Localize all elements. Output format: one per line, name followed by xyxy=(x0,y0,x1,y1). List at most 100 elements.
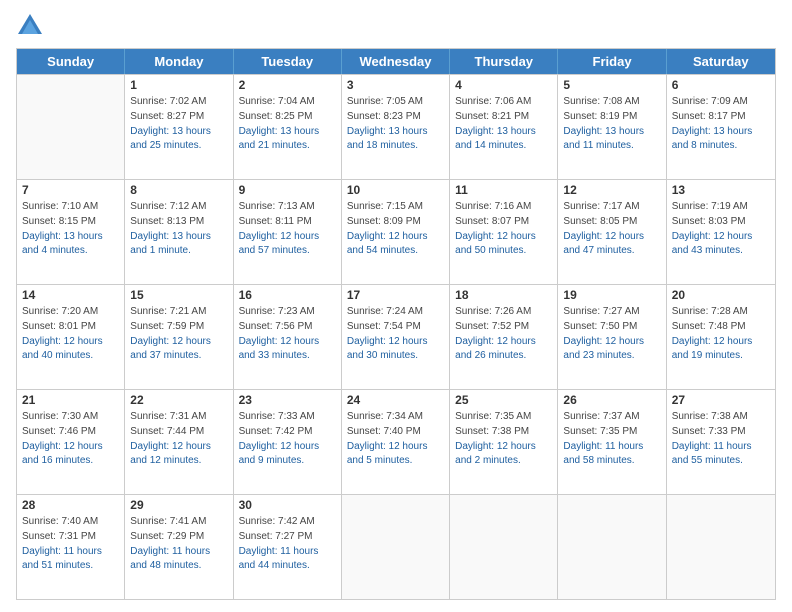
calendar-cell: 19Sunrise: 7:27 AMSunset: 7:50 PMDayligh… xyxy=(558,285,666,389)
sunrise-text: Sunrise: 7:06 AM xyxy=(455,95,552,109)
daylight-text: Daylight: 11 hours and 51 minutes. xyxy=(22,545,119,573)
calendar-cell: 5Sunrise: 7:08 AMSunset: 8:19 PMDaylight… xyxy=(558,75,666,179)
sunrise-text: Sunrise: 7:28 AM xyxy=(672,305,770,319)
daylight-text: Daylight: 12 hours and 19 minutes. xyxy=(672,335,770,363)
sunset-text: Sunset: 7:29 PM xyxy=(130,530,227,544)
calendar-cell: 11Sunrise: 7:16 AMSunset: 8:07 PMDayligh… xyxy=(450,180,558,284)
calendar-cell xyxy=(450,495,558,599)
calendar-cell: 3Sunrise: 7:05 AMSunset: 8:23 PMDaylight… xyxy=(342,75,450,179)
calendar-cell: 17 Sunrise: 7:24 AMSunset: 7:54 PMDayligh… xyxy=(342,285,450,389)
day-number: 15 xyxy=(130,288,227,302)
sunset-text: Sunset: 7:52 PM xyxy=(455,320,552,334)
weekday-header-tuesday: Tuesday xyxy=(234,49,342,74)
calendar-cell xyxy=(558,495,666,599)
day-number: 23 xyxy=(239,393,336,407)
daylight-text: Daylight: 13 hours and 25 minutes. xyxy=(130,125,227,153)
sunrise-text: Sunrise: 7:05 AM xyxy=(347,95,444,109)
daylight-text: Daylight: 12 hours and 26 minutes. xyxy=(455,335,552,363)
sunset-text: Sunset: 7:31 PM xyxy=(22,530,119,544)
sunrise-text: Sunrise: 7:31 AM xyxy=(130,410,227,424)
daylight-text: Daylight: 12 hours and 30 minutes. xyxy=(347,335,444,363)
header xyxy=(16,12,776,40)
sunrise-text: Sunrise: 7:17 AM xyxy=(563,200,660,214)
weekday-header-sunday: Sunday xyxy=(17,49,125,74)
calendar-cell: 1Sunrise: 7:02 AMSunset: 8:27 PMDaylight… xyxy=(125,75,233,179)
day-number: 2 xyxy=(239,78,336,92)
calendar-cell: 9Sunrise: 7:13 AMSunset: 8:11 PMDaylight… xyxy=(234,180,342,284)
calendar-cell: 21Sunrise: 7:30 AMSunset: 7:46 PMDayligh… xyxy=(17,390,125,494)
daylight-text: Daylight: 12 hours and 50 minutes. xyxy=(455,230,552,258)
sunrise-text: Sunrise: 7:04 AM xyxy=(239,95,336,109)
calendar-row-2: 7Sunrise: 7:10 AMSunset: 8:15 PMDaylight… xyxy=(17,179,775,284)
calendar: SundayMondayTuesdayWednesdayThursdayFrid… xyxy=(16,48,776,600)
daylight-text: Daylight: 13 hours and 18 minutes. xyxy=(347,125,444,153)
calendar-cell: 10Sunrise: 7:15 AMSunset: 8:09 PMDayligh… xyxy=(342,180,450,284)
weekday-header-monday: Monday xyxy=(125,49,233,74)
calendar-cell: 28Sunrise: 7:40 AMSunset: 7:31 PMDayligh… xyxy=(17,495,125,599)
daylight-text: Daylight: 12 hours and 5 minutes. xyxy=(347,440,444,468)
day-number: 20 xyxy=(672,288,770,302)
sunrise-text: Sunrise: 7:13 AM xyxy=(239,200,336,214)
daylight-text: Daylight: 11 hours and 58 minutes. xyxy=(563,440,660,468)
day-number: 25 xyxy=(455,393,552,407)
calendar-cell: 8Sunrise: 7:12 AMSunset: 8:13 PMDaylight… xyxy=(125,180,233,284)
sunset-text: Sunset: 7:38 PM xyxy=(455,425,552,439)
day-number: 16 xyxy=(239,288,336,302)
daylight-text: Daylight: 13 hours and 1 minute. xyxy=(130,230,227,258)
sunset-text: Sunset: 7:35 PM xyxy=(563,425,660,439)
calendar-cell: 7Sunrise: 7:10 AMSunset: 8:15 PMDaylight… xyxy=(17,180,125,284)
day-number: 9 xyxy=(239,183,336,197)
sunset-text: Sunset: 8:25 PM xyxy=(239,110,336,124)
daylight-text: Daylight: 12 hours and 2 minutes. xyxy=(455,440,552,468)
calendar-row-1: 1Sunrise: 7:02 AMSunset: 8:27 PMDaylight… xyxy=(17,74,775,179)
day-number: 26 xyxy=(563,393,660,407)
sunset-text: Sunset: 7:27 PM xyxy=(239,530,336,544)
sunset-text: Sunset: 7:33 PM xyxy=(672,425,770,439)
sunset-text: Sunset: 7:50 PM xyxy=(563,320,660,334)
sunset-text: Sunset: 8:03 PM xyxy=(672,215,770,229)
calendar-cell: 23Sunrise: 7:33 AMSunset: 7:42 PMDayligh… xyxy=(234,390,342,494)
sunrise-text: Sunrise: 7:20 AM xyxy=(22,305,119,319)
day-number: 7 xyxy=(22,183,119,197)
day-number: 12 xyxy=(563,183,660,197)
day-number: 5 xyxy=(563,78,660,92)
calendar-cell: 20Sunrise: 7:28 AMSunset: 7:48 PMDayligh… xyxy=(667,285,775,389)
calendar-cell: 15Sunrise: 7:21 AMSunset: 7:59 PMDayligh… xyxy=(125,285,233,389)
day-number: 6 xyxy=(672,78,770,92)
calendar-row-4: 21Sunrise: 7:30 AMSunset: 7:46 PMDayligh… xyxy=(17,389,775,494)
sunrise-text: Sunrise: 7:34 AM xyxy=(347,410,444,424)
calendar-cell: 6Sunrise: 7:09 AMSunset: 8:17 PMDaylight… xyxy=(667,75,775,179)
daylight-text: Daylight: 12 hours and 23 minutes. xyxy=(563,335,660,363)
daylight-text: Daylight: 11 hours and 48 minutes. xyxy=(130,545,227,573)
sunset-text: Sunset: 8:09 PM xyxy=(347,215,444,229)
day-number: 22 xyxy=(130,393,227,407)
daylight-text: Daylight: 12 hours and 40 minutes. xyxy=(22,335,119,363)
sunset-text: Sunset: 7:46 PM xyxy=(22,425,119,439)
sunrise-text: Sunrise: 7:10 AM xyxy=(22,200,119,214)
sunset-text: Sunset: 7:44 PM xyxy=(130,425,227,439)
calendar-cell xyxy=(667,495,775,599)
calendar-row-3: 14Sunrise: 7:20 AMSunset: 8:01 PMDayligh… xyxy=(17,284,775,389)
day-number: 1 xyxy=(130,78,227,92)
sunrise-text: Sunrise: 7:41 AM xyxy=(130,515,227,529)
sunset-text: Sunset: 7:54 PM xyxy=(347,320,444,334)
daylight-text: Daylight: 12 hours and 43 minutes. xyxy=(672,230,770,258)
day-number: 17 xyxy=(347,288,444,302)
day-number: 19 xyxy=(563,288,660,302)
daylight-text: Daylight: 12 hours and 47 minutes. xyxy=(563,230,660,258)
sunset-text: Sunset: 7:56 PM xyxy=(239,320,336,334)
daylight-text: Daylight: 13 hours and 11 minutes. xyxy=(563,125,660,153)
calendar-cell: 25Sunrise: 7:35 AMSunset: 7:38 PMDayligh… xyxy=(450,390,558,494)
sunrise-text: Sunrise: 7:42 AM xyxy=(239,515,336,529)
calendar-cell: 13Sunrise: 7:19 AMSunset: 8:03 PMDayligh… xyxy=(667,180,775,284)
sunrise-text: Sunrise: 7:24 AM xyxy=(347,305,444,319)
calendar-cell: 29Sunrise: 7:41 AMSunset: 7:29 PMDayligh… xyxy=(125,495,233,599)
sunrise-text: Sunrise: 7:08 AM xyxy=(563,95,660,109)
calendar-body: 1Sunrise: 7:02 AMSunset: 8:27 PMDaylight… xyxy=(17,74,775,599)
daylight-text: Daylight: 12 hours and 57 minutes. xyxy=(239,230,336,258)
daylight-text: Daylight: 12 hours and 12 minutes. xyxy=(130,440,227,468)
sunrise-text: Sunrise: 7:26 AM xyxy=(455,305,552,319)
day-number: 4 xyxy=(455,78,552,92)
sunrise-text: Sunrise: 7:37 AM xyxy=(563,410,660,424)
weekday-header-friday: Friday xyxy=(558,49,666,74)
